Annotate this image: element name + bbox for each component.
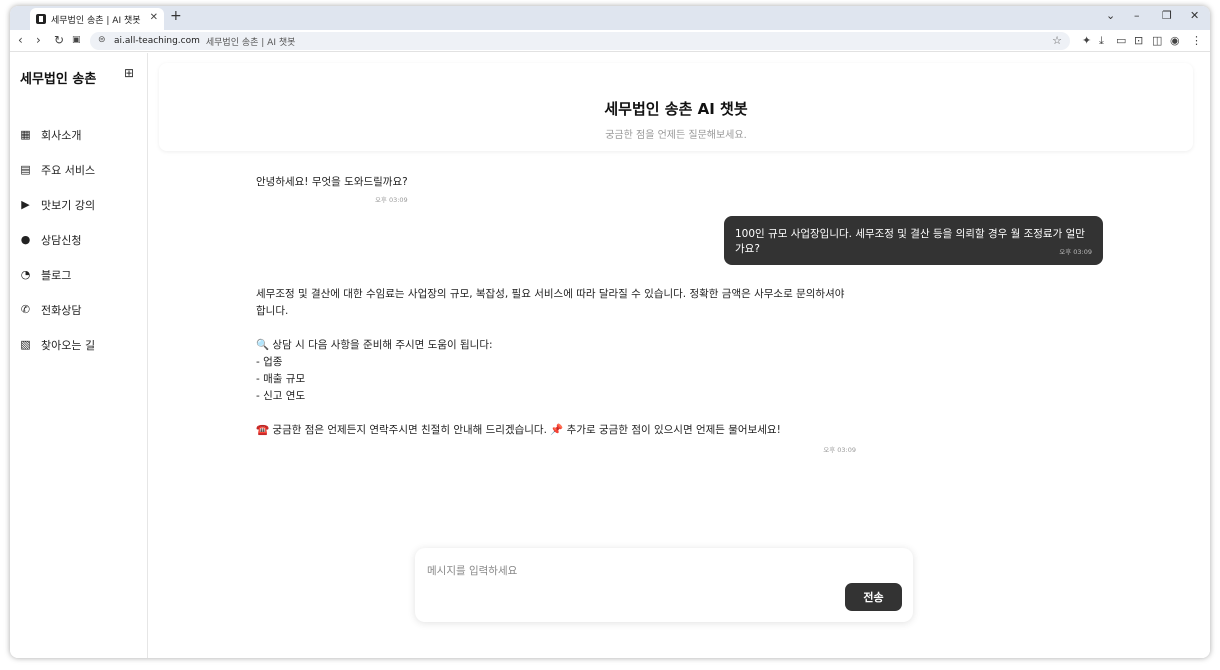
restore-icon[interactable]: ❐ (1162, 9, 1172, 22)
new-tab-icon[interactable]: + (170, 8, 182, 24)
sidebar-item-company[interactable]: ▦ 회사소개 (10, 117, 148, 152)
message-time: 오후 03:09 (823, 446, 856, 454)
page-subtitle: 궁금한 점을 언제든 질문해보세요. (605, 130, 747, 141)
url-host: ai.all-teaching.com (114, 36, 200, 46)
message-line: - 업종 (256, 356, 283, 368)
sidebar-item-label: 상담신청 (41, 233, 82, 247)
bot-message: 세무조정 및 결산에 대한 수임료는 사업장의 규모, 복잡성, 필요 서비스에… (256, 286, 856, 459)
sidebar-menu: ▦ 회사소개 ▤ 주요 서비스 ▶ 맛보기 강의 ● 상담신청 ◔ 블로그 ✆ … (10, 117, 148, 362)
sidebar-item-label: 찾아오는 길 (41, 338, 96, 352)
message-line (256, 320, 856, 337)
sidebar-item-label: 블로그 (41, 268, 72, 282)
url-bar[interactable]: ⊜ ai.all-teaching.com 세무법인 송촌 | AI 챗봇 ☆ (90, 32, 1070, 50)
extension-badge-icon[interactable]: ▣ (72, 35, 81, 45)
menu-kebab-icon[interactable]: ⋮ (1191, 34, 1202, 47)
tab-close-icon[interactable]: ✕ (150, 12, 158, 23)
close-window-icon[interactable]: ✕ (1190, 9, 1199, 22)
split-view-icon[interactable]: ◫ (1152, 34, 1162, 47)
sidebar-item-label: 주요 서비스 (41, 163, 96, 177)
sidebar-item-blog[interactable]: ◔ 블로그 (10, 257, 148, 292)
sidebar-item-services[interactable]: ▤ 주요 서비스 (10, 152, 148, 187)
message-line: ☎️ 궁금한 점은 언제든지 연락주시면 친절히 안내해 드리겠습니다. 📌 추… (256, 424, 781, 436)
phone-icon: ✆ (20, 303, 31, 316)
sidebar-item-consultation[interactable]: ● 상담신청 (10, 222, 148, 257)
tab-title: 세무법인 송촌 | AI 챗봇 (51, 15, 141, 26)
tab-search-icon[interactable]: ⌄ (1106, 9, 1115, 22)
address-toolbar: ‹ › ↻ ▣ ⊜ ai.all-teaching.com 세무법인 송촌 | … (10, 30, 1210, 52)
sidebar-item-directions[interactable]: ▧ 찾아오는 길 (10, 327, 148, 362)
forward-icon[interactable]: › (36, 33, 41, 47)
screenshot-icon[interactable]: ⊡ (1134, 34, 1143, 47)
bot-message: 안녕하세요! 무엇을 도와드릴까요? 오후 03:09 (256, 174, 408, 209)
sidebar-item-label: 전화상담 (41, 303, 82, 317)
brand-title: 세무법인 송촌 (20, 72, 97, 87)
chat-header: 세무법인 송촌 AI 챗봇 궁금한 점을 언제든 질문해보세요. (159, 63, 1193, 151)
bookmark-star-icon[interactable]: ☆ (1052, 34, 1062, 47)
message-text: 안녕하세요! 무엇을 도와드릴까요? (256, 176, 408, 188)
message-line: - 신고 연도 (256, 390, 306, 402)
message-line: 🔍 상담 시 다음 사항을 준비해 주시면 도움이 됩니다: (256, 339, 493, 351)
chat-main: 세무법인 송촌 AI 챗봇 궁금한 점을 언제든 질문해보세요. 안녕하세요! … (149, 53, 1210, 658)
clipboard-icon: ▤ (20, 163, 31, 176)
rss-icon: ◔ (20, 268, 31, 281)
building-icon: ▦ (20, 128, 31, 141)
download-icon[interactable]: ⤓ (1099, 34, 1104, 48)
send-button[interactable]: 전송 (845, 583, 902, 611)
sidebar-item-preview-lecture[interactable]: ▶ 맛보기 강의 (10, 187, 148, 222)
reload-icon[interactable]: ↻ (54, 33, 64, 47)
message-line (256, 405, 856, 422)
message-composer: 전송 (415, 548, 913, 622)
cast-icon[interactable]: ▭ (1116, 34, 1126, 47)
minimize-icon[interactable]: – (1134, 9, 1140, 22)
url-page-title: 세무법인 송촌 | AI 챗봇 (205, 37, 296, 48)
message-text: 100인 규모 사업장입니다. 세무조정 및 결산 등을 의뢰할 경우 월 조정… (735, 228, 1085, 255)
play-circle-icon: ▶ (21, 198, 30, 211)
sidebar-item-label: 회사소개 (41, 128, 82, 142)
map-icon: ▧ (20, 338, 31, 351)
user-message: 100인 규모 사업장입니다. 세무조정 및 결산 등을 의뢰할 경우 월 조정… (724, 216, 1103, 265)
extensions-icon[interactable]: ✦ (1082, 34, 1091, 47)
new-chat-icon[interactable]: ⊞ (124, 66, 134, 80)
message-input[interactable] (427, 562, 827, 580)
sidebar-item-label: 맛보기 강의 (41, 198, 96, 212)
message-time: 오후 03:09 (1059, 248, 1092, 256)
message-line: - 매출 규모 (256, 373, 306, 385)
sidebar-item-phone[interactable]: ✆ 전화상담 (10, 292, 148, 327)
tab-bar: 세무법인 송촌 | AI 챗봇 ✕ + ⌄ – ❐ ✕ (10, 6, 1210, 30)
page-title: 세무법인 송촌 AI 챗봇 (604, 100, 748, 118)
browser-window: 세무법인 송촌 | AI 챗봇 ✕ + ⌄ – ❐ ✕ ‹ › ↻ ▣ ⊜ ai… (10, 6, 1210, 658)
profile-icon[interactable]: ◉ (1170, 34, 1180, 47)
site-favicon-icon (36, 14, 46, 24)
browser-tab[interactable]: 세무법인 송촌 | AI 챗봇 ✕ (30, 8, 164, 30)
site-info-icon[interactable]: ⊜ (98, 35, 106, 45)
message-time: 오후 03:09 (374, 196, 408, 204)
sidebar: 세무법인 송촌 ⊞ ▦ 회사소개 ▤ 주요 서비스 ▶ 맛보기 강의 ● 상담신… (10, 53, 148, 658)
message-line: 세무조정 및 결산에 대한 수임료는 사업장의 규모, 복잡성, 필요 서비스에… (256, 288, 845, 317)
back-icon[interactable]: ‹ (18, 33, 23, 47)
chat-bubbles-icon: ● (20, 233, 31, 246)
